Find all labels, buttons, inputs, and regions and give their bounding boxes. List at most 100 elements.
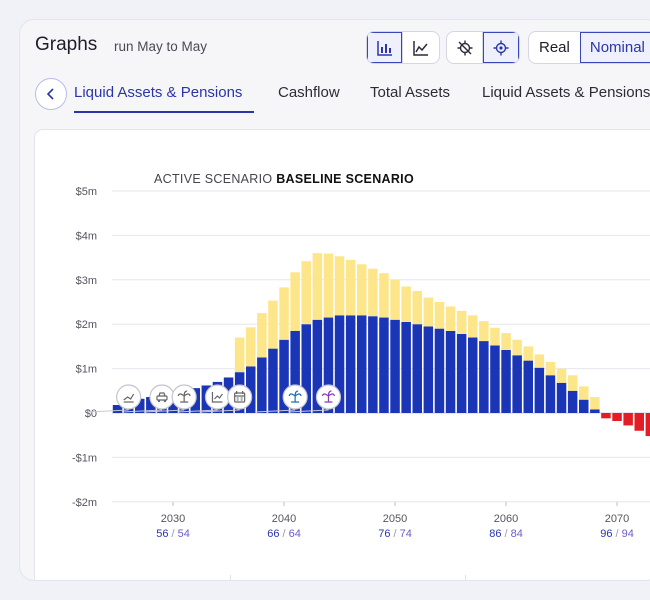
event-marker[interactable]	[171, 384, 197, 410]
bar-liquid-assets	[423, 326, 434, 413]
real-button[interactable]: Real	[529, 32, 580, 63]
bar-liquid-assets	[534, 367, 545, 413]
active-tab-indicator	[74, 111, 254, 113]
y-tick-label: $3m	[76, 275, 97, 287]
nominal-button[interactable]: Nominal	[579, 32, 650, 63]
hide-marker-icon	[457, 40, 472, 55]
event-marker[interactable]	[149, 384, 175, 410]
age-label: 96 / 94	[600, 528, 634, 540]
bar-liquid-assets	[268, 348, 278, 413]
bar-liquid-assets	[357, 315, 367, 413]
bar-liquid-assets	[512, 355, 522, 413]
bar-pensions	[379, 273, 389, 318]
bar-pensions	[357, 264, 367, 316]
y-tick-label: $2m	[76, 319, 97, 331]
bar-liquid-assets	[257, 357, 267, 413]
bar-pensions	[279, 287, 289, 340]
chart-panel: ACTIVE SCENARIO BASELINE SCENARIO $5m $4m…	[35, 130, 650, 580]
tab-liquid-assets-pensions[interactable]: Liquid Assets & Pensions	[74, 84, 242, 101]
event-marker-circle	[227, 384, 253, 410]
bar-pensions	[412, 290, 422, 325]
bar-liquid-assets	[490, 345, 500, 413]
bar-pensions	[445, 306, 456, 331]
bar-liquid-assets	[379, 317, 389, 413]
event-marker[interactable]	[204, 384, 231, 410]
run-subtitle: run May to May	[114, 39, 208, 54]
bar-pensions	[423, 297, 434, 327]
graphs-card: Graphs run May to May Real Nominal Liqui…	[20, 20, 650, 580]
bar-liquid-assets	[590, 409, 600, 413]
bar-pensions	[468, 315, 478, 338]
bar-liquid-assets	[567, 390, 578, 413]
bar-pensions	[401, 286, 411, 322]
bar-pensions	[434, 302, 445, 329]
bar-chart: $5m $4m $3m $2m $1m $0 -$1m -$2m 2030 56 / 54 2040…	[72, 186, 650, 540]
event-marker[interactable]	[315, 384, 342, 410]
bar-pensions	[545, 361, 556, 376]
bar-liquid-assets	[579, 399, 589, 413]
event-marker[interactable]	[282, 384, 308, 410]
bar-pensions	[479, 321, 489, 342]
bar-pensions	[501, 333, 511, 350]
event-marker-circle	[204, 384, 231, 410]
value-mode-toggle: Real Nominal	[528, 31, 650, 64]
y-tick-label: $4m	[76, 230, 97, 242]
page-title: Graphs	[35, 34, 98, 55]
bar-shortfall	[612, 413, 622, 421]
event-marker-circle	[149, 384, 175, 410]
chart-type-toggle	[366, 31, 440, 64]
bar-pensions	[512, 339, 522, 356]
bar-chart-button[interactable]	[367, 32, 403, 63]
tabs-back-button[interactable]	[35, 78, 67, 110]
bar-pensions	[257, 313, 267, 358]
bar-pensions	[567, 375, 578, 391]
bar-shortfall	[645, 413, 650, 437]
event-marker[interactable]	[116, 384, 142, 410]
bar-shortfall	[634, 413, 644, 431]
bar-chart-icon	[376, 40, 392, 56]
bar-liquid-assets	[434, 328, 445, 413]
bar-liquid-assets	[456, 333, 467, 413]
bar-pensions	[390, 279, 400, 320]
bar-pensions	[246, 327, 256, 367]
bar-liquid-assets	[479, 341, 489, 413]
bar-liquid-assets	[468, 337, 478, 413]
area-chart-button[interactable]	[403, 32, 439, 63]
tab-liquid-assets-pensions-2[interactable]: Liquid Assets & Pensions	[482, 84, 650, 101]
tab-cashflow[interactable]: Cashflow	[278, 84, 340, 101]
bar-liquid-assets	[501, 349, 511, 413]
y-tick-label: $0	[85, 408, 97, 420]
x-tick-label: 2040	[272, 513, 296, 525]
bar-liquid-assets	[412, 324, 422, 413]
y-tick-label: $1m	[76, 364, 97, 376]
bar-liquid-assets	[545, 375, 556, 413]
bar-pensions	[345, 259, 356, 316]
y-tick-label: -$2m	[72, 497, 97, 509]
age-label: 76 / 74	[378, 528, 412, 540]
x-tick-label: 2070	[605, 513, 629, 525]
line-chart-icon	[413, 40, 428, 56]
bar-liquid-assets	[523, 360, 533, 413]
bar-pensions	[301, 261, 311, 325]
bar-pensions	[234, 337, 245, 373]
bar-pensions	[312, 253, 323, 320]
age-label: 66 / 64	[267, 528, 301, 540]
x-tick-label: 2050	[383, 513, 407, 525]
bar-shortfall	[601, 413, 611, 419]
tab-total-assets[interactable]: Total Assets	[370, 84, 450, 101]
bar-liquid-assets	[556, 382, 567, 413]
bar-pensions	[456, 310, 467, 334]
bar-liquid-assets	[401, 321, 411, 413]
show-events-button[interactable]	[483, 32, 519, 63]
y-tick-label: $5m	[76, 186, 97, 198]
bar-pensions	[334, 256, 345, 316]
x-tick-label: 2030	[161, 513, 185, 525]
bar-pensions	[523, 346, 533, 361]
event-marker[interactable]	[227, 384, 253, 410]
bar-pensions	[534, 354, 545, 368]
bar-pensions	[490, 327, 500, 346]
graph-tabs: Liquid Assets & Pensions Cashflow Total …	[20, 78, 650, 122]
target-icon	[493, 40, 509, 55]
bar-pensions	[579, 386, 589, 400]
hide-events-button[interactable]	[447, 32, 483, 63]
